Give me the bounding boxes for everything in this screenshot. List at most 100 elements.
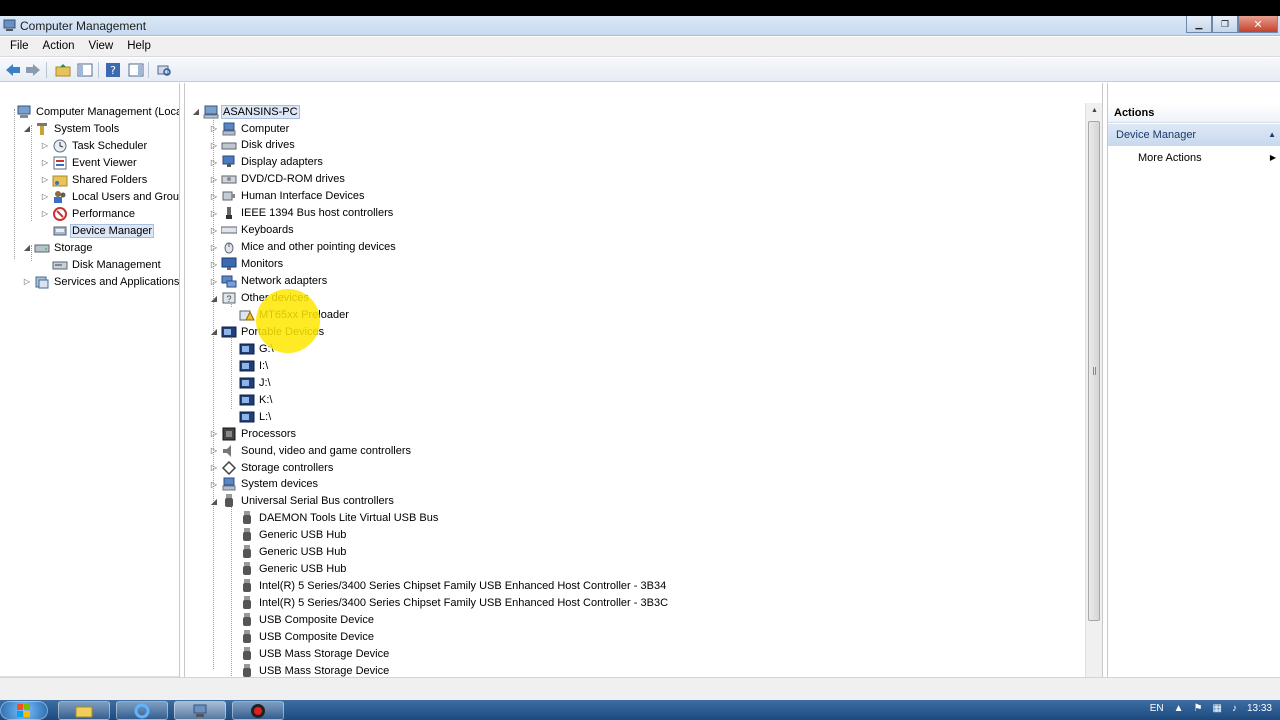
minimize-button[interactable]: ▁: [1186, 16, 1212, 33]
flag-icon[interactable]: ⚑: [1194, 703, 1203, 714]
expand-icon[interactable]: ▷: [209, 446, 219, 456]
device-tree-item[interactable]: ▷ Sound, video and game controllers: [209, 442, 413, 459]
close-button[interactable]: ✕: [1238, 16, 1278, 33]
device-tree-item[interactable]: MT65xx Preloader: [227, 306, 351, 323]
collapse-icon[interactable]: ◢: [191, 107, 201, 117]
device-tree-item[interactable]: ▷ Mice and other pointing devices: [209, 239, 398, 256]
device-tree-item[interactable]: ▷ Storage controllers: [209, 459, 335, 476]
device-tree-item[interactable]: ▷ Disk drives: [209, 137, 297, 154]
expand-icon[interactable]: ▷: [40, 209, 50, 219]
expand-icon[interactable]: ▷: [209, 259, 219, 269]
expand-icon[interactable]: ▷: [209, 479, 219, 489]
back-button[interactable]: [4, 61, 22, 79]
language-indicator[interactable]: EN: [1150, 703, 1164, 714]
device-tree-item[interactable]: ◢? Other devices: [209, 290, 311, 307]
device-tree-item[interactable]: USB Composite Device: [227, 612, 376, 629]
expand-icon[interactable]: ▷: [209, 191, 219, 201]
device-tree-item[interactable]: ▷ Keyboards: [209, 222, 296, 239]
taskbar-recorder[interactable]: [232, 701, 284, 720]
show-action-pane-button[interactable]: [127, 61, 145, 79]
taskbar-ie[interactable]: [116, 701, 168, 720]
actions-section-device-manager[interactable]: Device Manager ▲: [1108, 124, 1280, 146]
collapse-icon[interactable]: ◢: [209, 327, 219, 337]
console-tree-item[interactable]: ▷ Local Users and Groups: [40, 188, 179, 205]
expand-icon[interactable]: ▷: [209, 276, 219, 286]
forward-button[interactable]: [24, 61, 42, 79]
console-tree-item[interactable]: Device Manager: [40, 222, 155, 239]
menu-file[interactable]: File: [3, 37, 36, 56]
device-tree-item[interactable]: USB Mass Storage Device: [227, 645, 391, 662]
scroll-thumb[interactable]: [1088, 121, 1100, 621]
volume-icon[interactable]: ♪: [1232, 703, 1237, 714]
device-tree-item[interactable]: ▷ Network adapters: [209, 273, 329, 290]
expand-icon[interactable]: ▷: [209, 463, 219, 473]
device-tree-item[interactable]: I:\: [227, 357, 270, 374]
device-tree-item[interactable]: Generic USB Hub: [227, 561, 348, 578]
console-tree-item[interactable]: ▷ Performance: [40, 205, 137, 222]
collapse-icon[interactable]: ◢: [22, 124, 32, 134]
device-tree-item[interactable]: ◢ Portable Devices: [209, 323, 326, 340]
device-tree-item[interactable]: ▷ Display adapters: [209, 154, 325, 171]
taskbar-computer-management[interactable]: [174, 701, 226, 720]
console-tree-item[interactable]: Disk Management: [40, 256, 163, 273]
expand-icon[interactable]: ▷: [40, 141, 50, 151]
expand-icon[interactable]: ▷: [40, 175, 50, 185]
expand-icon[interactable]: ▷: [209, 157, 219, 167]
collapse-up-icon[interactable]: ▲: [1268, 130, 1276, 139]
menu-help[interactable]: Help: [120, 37, 158, 56]
device-tree-item[interactable]: L:\: [227, 408, 273, 425]
expand-icon[interactable]: ▷: [209, 242, 219, 252]
console-tree-item[interactable]: ▷ Task Scheduler: [40, 137, 149, 154]
scan-hardware-button[interactable]: [155, 61, 173, 79]
collapse-icon[interactable]: ◢: [209, 496, 219, 506]
device-tree-item[interactable]: ▷ Computer: [209, 120, 291, 137]
scroll-up-icon[interactable]: ▲: [1086, 103, 1102, 117]
console-tree-item[interactable]: ▷ Services and Applications: [22, 273, 179, 290]
tray-arrow-icon[interactable]: ▲: [1174, 703, 1184, 714]
title-bar[interactable]: Computer Management ▁ ❐ ✕: [0, 16, 1280, 36]
device-tree-vscroll[interactable]: ▲ ▼: [1085, 103, 1102, 693]
expand-icon[interactable]: ▷: [40, 158, 50, 168]
console-tree-item[interactable]: ▷ Shared Folders: [40, 171, 149, 188]
expand-icon[interactable]: ▷: [209, 174, 219, 184]
more-actions-item[interactable]: More Actions ▶: [1108, 149, 1280, 167]
show-hide-tree-button[interactable]: [76, 61, 94, 79]
console-tree-item[interactable]: ◢ System Tools: [22, 120, 121, 137]
expand-icon[interactable]: ▷: [209, 225, 219, 235]
expand-icon[interactable]: ▷: [40, 192, 50, 202]
collapse-icon[interactable]: ◢: [209, 293, 219, 303]
network-icon[interactable]: ▦: [1213, 703, 1222, 714]
device-tree-item[interactable]: G:\: [227, 340, 276, 357]
maximize-button[interactable]: ❐: [1212, 16, 1238, 33]
device-tree-item[interactable]: DAEMON Tools Lite Virtual USB Bus: [227, 510, 440, 527]
console-tree-item[interactable]: Computer Management (Local: [4, 103, 179, 120]
menu-view[interactable]: View: [82, 37, 121, 56]
device-tree-item[interactable]: Intel(R) 5 Series/3400 Series Chipset Fa…: [227, 595, 670, 612]
clock[interactable]: 13:33: [1247, 703, 1272, 714]
device-tree-item[interactable]: ▷ Human Interface Devices: [209, 188, 367, 205]
device-tree-item[interactable]: ▷ Monitors: [209, 256, 285, 273]
taskbar-explorer[interactable]: [58, 701, 110, 720]
expand-icon[interactable]: ▷: [209, 208, 219, 218]
device-tree-item[interactable]: USB Composite Device: [227, 629, 376, 646]
up-folder-button[interactable]: [54, 61, 72, 79]
device-tree-item[interactable]: ▷ Processors: [209, 425, 298, 442]
menu-action[interactable]: Action: [36, 37, 82, 56]
expand-icon[interactable]: ▷: [209, 124, 219, 134]
device-tree-item[interactable]: ◢ Universal Serial Bus controllers: [209, 493, 396, 510]
device-tree-item[interactable]: Intel(R) 5 Series/3400 Series Chipset Fa…: [227, 578, 668, 595]
help-button[interactable]: ?: [104, 61, 122, 79]
expand-icon[interactable]: ▷: [209, 429, 219, 439]
device-tree-item[interactable]: ▷ IEEE 1394 Bus host controllers: [209, 205, 395, 222]
expand-icon[interactable]: ▷: [209, 140, 219, 150]
device-tree-item[interactable]: Generic USB Hub: [227, 544, 348, 561]
device-tree-item[interactable]: K:\: [227, 391, 274, 408]
device-tree-item[interactable]: J:\: [227, 374, 273, 391]
device-tree-root[interactable]: ◢ ASANSINS-PC: [191, 103, 300, 120]
expand-icon[interactable]: ▷: [22, 277, 32, 287]
device-tree-item[interactable]: ▷ DVD/CD-ROM drives: [209, 171, 347, 188]
collapse-icon[interactable]: ◢: [22, 243, 32, 253]
device-tree-item[interactable]: ▷ System devices: [209, 476, 320, 493]
console-tree-item[interactable]: ▷ Event Viewer: [40, 154, 139, 171]
device-tree-item[interactable]: Generic USB Hub: [227, 527, 348, 544]
